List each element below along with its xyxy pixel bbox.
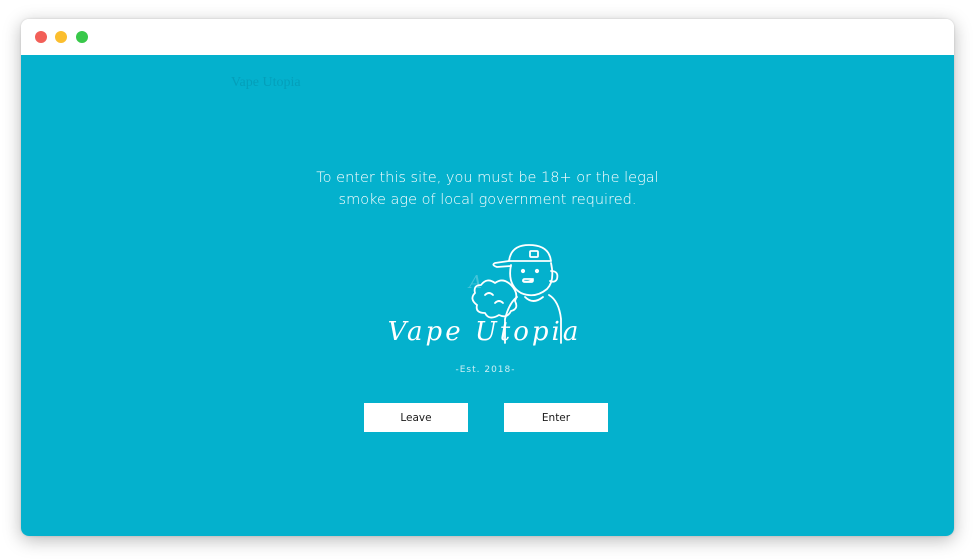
age-gate-overlay: Vape Utopia To enter this site, you must… — [21, 55, 954, 536]
enter-button[interactable]: Enter — [504, 403, 608, 432]
background-site-title: Vape Utopia — [231, 75, 301, 90]
age-gate-message-line2: smoke age of local government required. — [338, 192, 637, 208]
close-dot-icon[interactable] — [35, 31, 47, 43]
leave-button[interactable]: Leave — [364, 403, 468, 432]
logo-title: Vape Utopia — [387, 317, 582, 347]
title-bar — [21, 19, 954, 55]
age-gate-message-line1: To enter this site, you must be 18+ or t… — [316, 170, 659, 186]
logo-tagline: -Est. 2018- — [455, 365, 516, 375]
svg-text:A: A — [467, 272, 482, 293]
minimize-dot-icon[interactable] — [55, 31, 67, 43]
browser-window: Vape Utopia To enter this site, you must… — [21, 19, 954, 536]
maximize-dot-icon[interactable] — [76, 31, 88, 43]
age-gate-message: To enter this site, you must be 18+ or t… — [21, 167, 954, 211]
